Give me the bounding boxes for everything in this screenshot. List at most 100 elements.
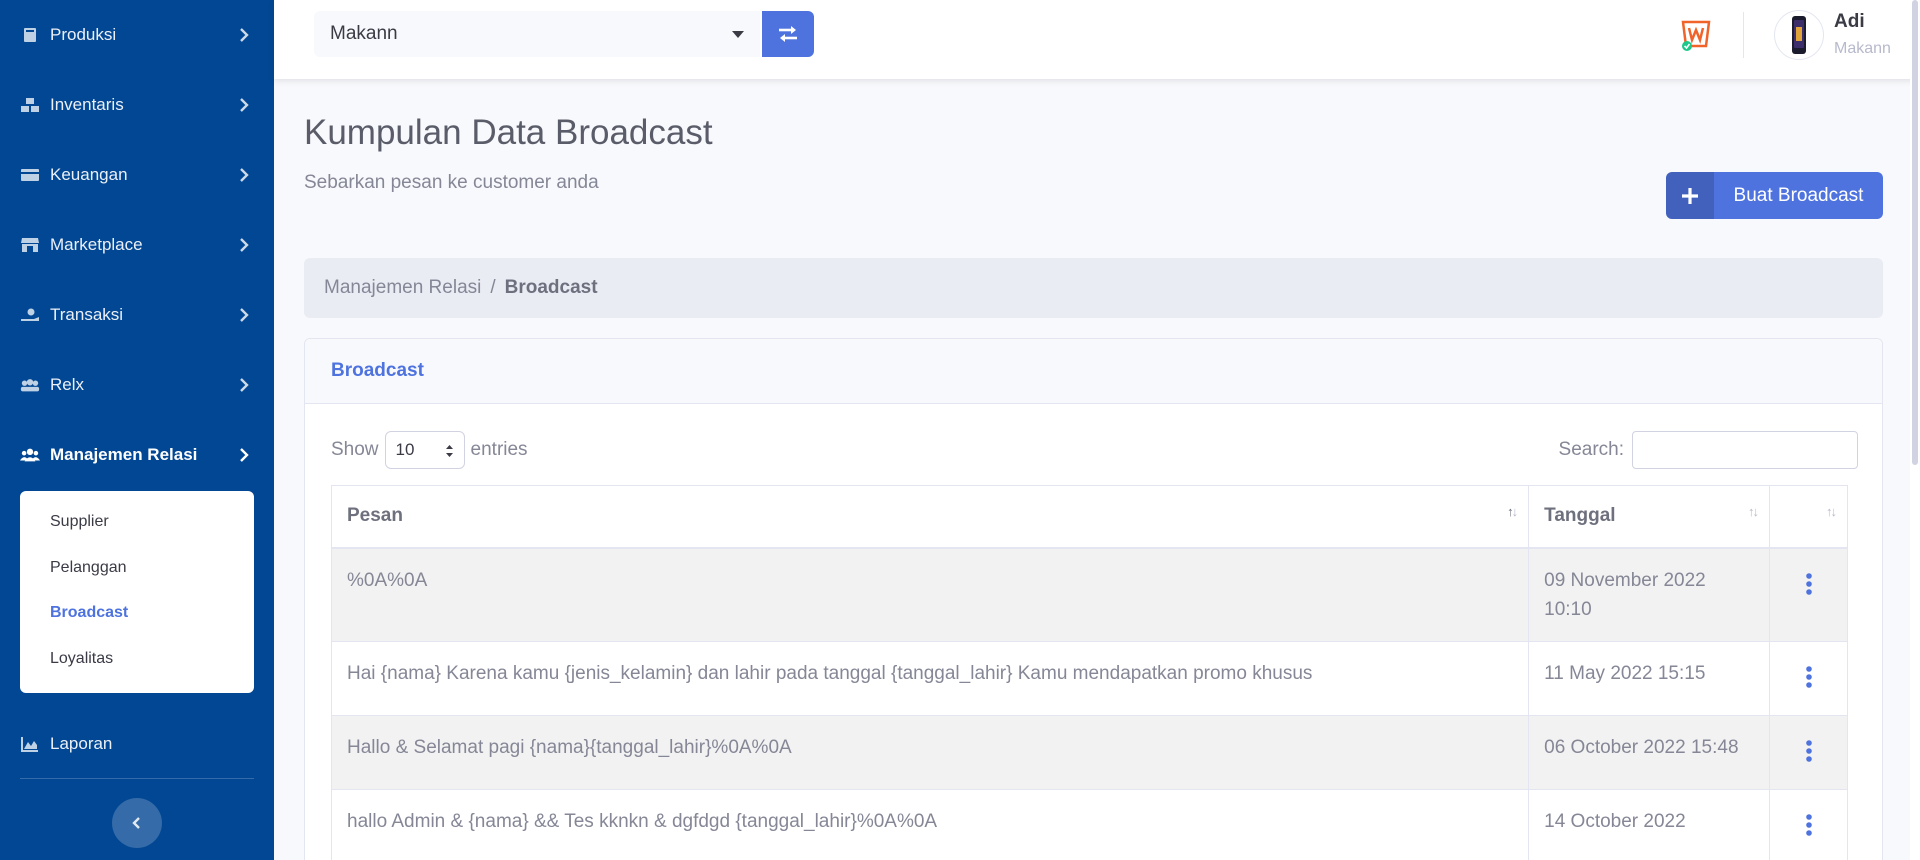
sort-icon: ↑↓ <box>1748 504 1759 519</box>
search-wrap: Search: <box>1559 431 1858 469</box>
sidebar-item-label: Keuangan <box>50 165 128 184</box>
outlet-select[interactable]: Makann <box>314 11 760 57</box>
search-label: Search: <box>1558 439 1624 460</box>
chevron-right-icon <box>240 448 249 462</box>
breadcrumb: Manajemen Relasi / Broadcast <box>304 258 1883 318</box>
cell-tanggal: 06 October 2022 15:48 <box>1528 714 1771 790</box>
table-row: %0A%0A 09 November 2022 10:10 <box>330 547 1848 642</box>
plus-icon <box>1666 172 1714 219</box>
column-header-tanggal[interactable]: Tanggal ↑↓ <box>1528 485 1771 549</box>
create-broadcast-label: Buat Broadcast <box>1733 184 1864 206</box>
money-icon <box>20 167 40 183</box>
broadcast-table: Pesan ↑↓ Tanggal ↑↓ ↑↓ %0A%0A 09 November … <box>330 485 1848 860</box>
user-name[interactable]: Adi <box>1834 11 1865 33</box>
cell-tanggal: 09 November 2022 10:10 <box>1528 547 1771 642</box>
entries-select[interactable]: 10 <box>384 431 465 469</box>
exchange-icon <box>779 26 797 42</box>
sidebar-toggle-button[interactable] <box>112 798 162 848</box>
chart-area-icon <box>20 736 40 752</box>
sidebar-item-label: Produksi <box>50 25 117 44</box>
submenu-item-supplier[interactable]: Supplier <box>20 505 254 551</box>
brand-logo-icon[interactable] <box>1679 16 1713 54</box>
sidebar-item-label: Marketplace <box>50 235 143 254</box>
sidebar-divider <box>20 778 254 779</box>
store-icon <box>20 237 40 253</box>
chevron-right-icon <box>240 238 249 252</box>
phone-avatar-icon <box>1792 16 1806 54</box>
search-input[interactable] <box>1632 431 1858 469</box>
sidebar-item-label: Laporan <box>50 734 113 753</box>
sidebar-item-transaksi[interactable]: Transaksi <box>0 290 274 340</box>
submenu-item-pelanggan[interactable]: Pelanggan <box>20 551 254 597</box>
more-vertical-icon[interactable] <box>1805 572 1813 596</box>
sidebar-item-inventaris[interactable]: Inventaris <box>0 80 274 130</box>
sort-icon: ↑↓ <box>1826 504 1837 519</box>
people-icon <box>20 377 40 393</box>
submenu-item-broadcast[interactable]: Broadcast <box>20 596 254 642</box>
chevron-left-icon <box>132 817 140 829</box>
create-broadcast-button[interactable]: Buat Broadcast <box>1666 172 1883 219</box>
cell-actions <box>1769 547 1848 642</box>
cell-tanggal: 11 May 2022 15:15 <box>1528 640 1771 716</box>
sidebar-item-manajemen-relasi[interactable]: Manajemen Relasi <box>0 430 274 480</box>
table-header-row: Pesan ↑↓ Tanggal ↑↓ ↑↓ <box>330 485 1848 549</box>
table-row: hallo Admin & {nama} && Tes kknkn & dgfd… <box>330 788 1848 860</box>
user-outlet: Makann <box>1834 40 1891 57</box>
table-row: Hallo & Selamat pagi {nama}{tanggal_lahi… <box>330 714 1848 790</box>
sort-asc-icon: ↑↓ <box>1507 504 1518 519</box>
page-title: Kumpulan Data Broadcast <box>304 113 713 152</box>
entries-label: entries <box>470 439 528 460</box>
show-entries: Show 10 entries <box>331 431 528 469</box>
sidebar-item-produksi[interactable]: Produksi <box>0 10 274 60</box>
more-vertical-icon[interactable] <box>1805 739 1813 763</box>
caret-down-icon <box>732 31 744 38</box>
cell-pesan: hallo Admin & {nama} && Tes kknkn & dgfd… <box>330 788 1530 860</box>
cell-pesan: %0A%0A <box>330 547 1530 642</box>
entries-select-value: 10 <box>395 440 415 459</box>
column-header-actions[interactable]: ↑↓ <box>1769 485 1848 549</box>
hand-coin-icon <box>20 307 40 323</box>
book-icon <box>20 27 40 43</box>
avatar[interactable] <box>1774 10 1824 60</box>
boxes-icon <box>20 97 40 113</box>
topbar-divider <box>1743 12 1744 58</box>
chevron-right-icon <box>240 98 249 112</box>
sidebar-item-keuangan[interactable]: Keuangan <box>0 150 274 200</box>
column-header-label: Pesan <box>347 505 403 526</box>
chevron-right-icon <box>240 378 249 392</box>
submenu-item-loyalitas[interactable]: Loyalitas <box>20 642 254 688</box>
scrollbar-thumb[interactable] <box>1912 0 1918 465</box>
cell-actions <box>1769 788 1848 860</box>
breadcrumb-current: Broadcast <box>504 277 598 298</box>
more-vertical-icon[interactable] <box>1805 665 1813 689</box>
sidebar-item-label: Transaksi <box>50 305 124 324</box>
sidebar-item-marketplace[interactable]: Marketplace <box>0 220 274 270</box>
cell-pesan: Hallo & Selamat pagi {nama}{tanggal_lahi… <box>330 714 1530 790</box>
cell-pesan: Hai {nama} Karena kamu {jenis_kelamin} d… <box>330 640 1530 716</box>
sidebar-item-relx[interactable]: Relx <box>0 360 274 410</box>
more-vertical-icon[interactable] <box>1805 813 1813 837</box>
cell-actions <box>1769 714 1848 790</box>
sort-updown-icon <box>445 445 453 457</box>
chevron-right-icon <box>240 308 249 322</box>
sidebar-item-laporan[interactable]: Laporan <box>0 719 274 769</box>
cell-tanggal: 14 October 2022 <box>1528 788 1771 860</box>
outlet-select-value: Makann <box>330 23 398 44</box>
users-icon <box>20 447 40 463</box>
topbar: Makann Adi Makann <box>274 0 1920 79</box>
cell-actions <box>1769 640 1848 716</box>
show-label: Show <box>331 439 379 460</box>
column-header-pesan[interactable]: Pesan ↑↓ <box>330 485 1530 549</box>
sidebar-item-label: Relx <box>50 375 85 394</box>
card-title: Broadcast <box>305 339 1882 404</box>
submenu-manajemen-relasi: Supplier Pelanggan Broadcast Loyalitas <box>20 491 254 693</box>
chevron-right-icon <box>240 28 249 42</box>
switch-outlet-button[interactable] <box>762 11 814 57</box>
chevron-right-icon <box>240 168 249 182</box>
sidebar: Produksi Inventaris Keuangan Marketplace… <box>0 0 274 860</box>
column-header-label: Tanggal <box>1544 505 1616 526</box>
breadcrumb-parent[interactable]: Manajemen Relasi <box>324 277 481 299</box>
sidebar-item-label: Manajemen Relasi <box>50 445 198 464</box>
sidebar-item-label: Inventaris <box>50 95 124 114</box>
breadcrumb-separator: / <box>490 277 496 298</box>
